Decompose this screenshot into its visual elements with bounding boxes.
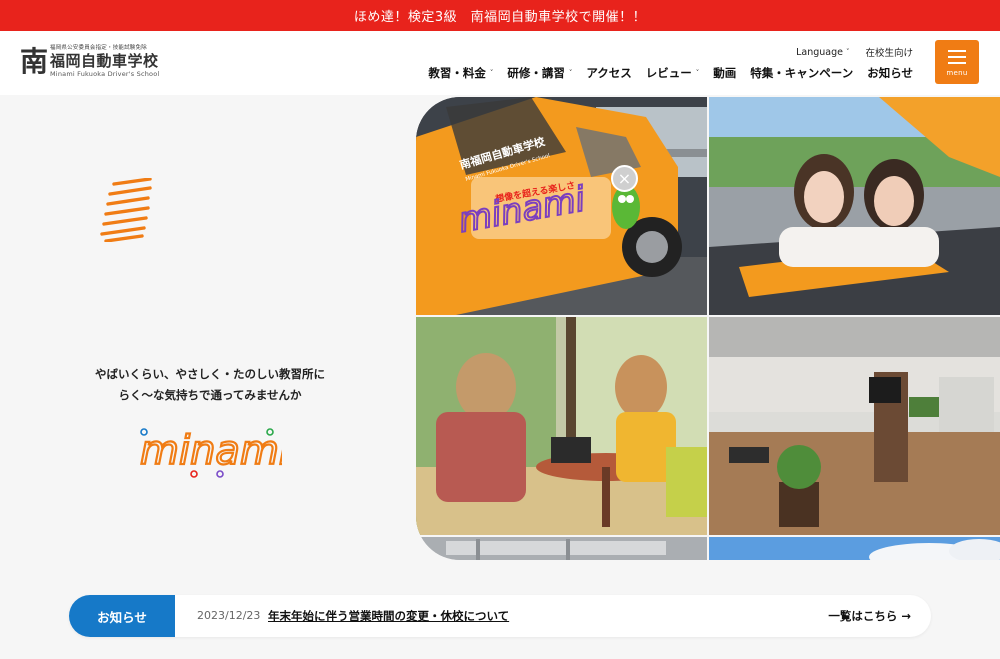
nav-item-access[interactable]: アクセス <box>586 65 631 81</box>
tagline-line-1: やばいくらい、やさしく・たのしい教習所に <box>95 367 325 381</box>
logo-school-name: 福岡自動車学校 <box>50 51 159 70</box>
top-announcement-banner[interactable]: ほめ達！検定3級 南福岡自動車学校で開催！！ <box>0 0 1000 31</box>
close-icon[interactable]: × <box>611 165 638 192</box>
news-more-link[interactable]: 一覧はこちら → <box>828 608 911 624</box>
photo-school-car: 南福岡自動車学校 Minami Fukuoka Driver's School … <box>416 97 707 315</box>
logo-mark: 南 <box>20 44 49 78</box>
logo-text: 福岡県公安委員会指定・技能試験免除 福岡自動車学校 Minami Fukuoka… <box>50 45 160 78</box>
chevron-down-icon: ˅ <box>568 69 573 77</box>
utility-nav: Language ˅ 在校生向け <box>796 45 913 60</box>
minami-wordmark: minami <box>139 427 282 478</box>
news-title-link[interactable]: 年末年始に伴う営業時間の変更・休校について <box>268 608 509 624</box>
tagline-line-2: らく〜な気持ちで通ってみませんか <box>118 388 302 402</box>
students-link[interactable]: 在校生向け <box>865 45 913 59</box>
language-selector[interactable]: Language ˅ <box>796 45 849 59</box>
news-label: お知らせ <box>69 595 175 637</box>
photo-sky <box>709 537 1000 560</box>
nav-item-news[interactable]: お知らせ <box>867 65 913 81</box>
nav-item-campaigns[interactable]: 特集・キャンペーン <box>750 65 853 81</box>
minami-wordmark-text: minami <box>140 428 282 474</box>
nav-item-videos[interactable]: 動画 <box>713 65 736 81</box>
chevron-down-icon: ˅ <box>845 48 850 56</box>
chevron-down-icon: ˅ <box>695 69 700 77</box>
news-date: 2023/12/23 <box>197 609 261 622</box>
photo-school-lobby <box>709 317 1000 535</box>
news-bar: お知らせ 2023/12/23 年末年始に伴う営業時間の変更・休校について 一覧… <box>69 595 931 637</box>
site-header: 南 福岡県公安委員会指定・技能試験免除 福岡自動車学校 Minami Fukuo… <box>0 31 1000 95</box>
nav-item-courses-fees[interactable]: 教習・料金 ˅ <box>428 65 493 81</box>
hero-tagline: やばいくらい、やさしく・たのしい教習所に らく〜な気持ちで通ってみませんか <box>80 364 340 406</box>
menu-label: menu <box>946 68 968 77</box>
photo-students-lounge <box>416 317 707 535</box>
nav-item-training[interactable]: 研修・講習 ˅ <box>507 65 572 81</box>
stripes-decoration-icon <box>100 178 152 242</box>
hamburger-icon <box>948 49 966 52</box>
photo-students-engine <box>709 97 1000 315</box>
logo-certification: 福岡県公安委員会指定・技能試験免除 <box>50 45 147 51</box>
nav-item-reviews[interactable]: レビュー ˅ <box>646 65 700 81</box>
site-logo[interactable]: 南 福岡県公安委員会指定・技能試験免除 福岡自動車学校 Minami Fukuo… <box>20 44 160 78</box>
chevron-down-icon: ˅ <box>489 69 494 77</box>
hero-photo-grid: 南福岡自動車学校 Minami Fukuoka Driver's School … <box>416 97 1000 560</box>
logo-english-name: Minami Fukuoka Driver's School <box>50 69 160 78</box>
photo-building-aerial <box>416 537 707 560</box>
menu-button[interactable]: menu <box>935 40 979 84</box>
banner-text[interactable]: ほめ達！検定3級 南福岡自動車学校で開催！！ <box>354 6 646 25</box>
main-nav: 教習・料金 ˅ 研修・講習 ˅ アクセス レビュー ˅ 動画 特集・キャンペーン お知… <box>428 65 913 81</box>
